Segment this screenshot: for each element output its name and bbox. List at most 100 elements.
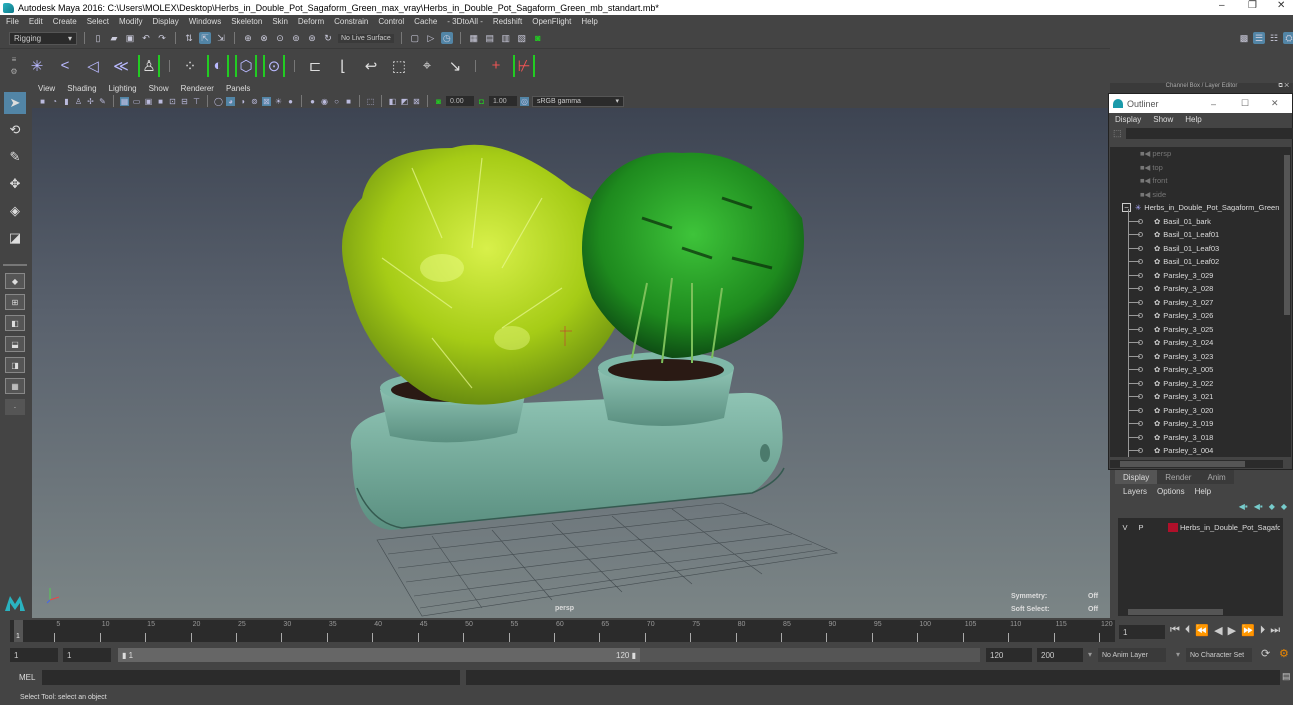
default-material-icon[interactable]: ◑	[238, 97, 247, 106]
panel-float-close-icon[interactable]: ⧉ ✕	[1278, 83, 1289, 90]
list-item[interactable]: ✿ Parsley_3_028	[1110, 282, 1283, 296]
outliner-vertical-scrollbar[interactable]	[1283, 147, 1291, 457]
single-perspective-layout-icon[interactable]: ◆	[5, 273, 25, 289]
menu-cache[interactable]: Cache	[414, 17, 437, 26]
menu-edit[interactable]: Edit	[29, 17, 43, 26]
list-item[interactable]: ■◀ top	[1110, 161, 1283, 175]
resolution-gate-icon[interactable]: ▣	[144, 97, 153, 106]
list-item[interactable]: ■◀ side	[1110, 188, 1283, 202]
list-item[interactable]: ✿ Parsley_3_027	[1110, 296, 1283, 310]
ik-spline-icon[interactable]: ◁	[82, 55, 104, 77]
panel-menu-show[interactable]: Show	[149, 84, 169, 93]
list-item[interactable]: ■◀ persp	[1110, 147, 1283, 161]
outliner-menu-help[interactable]: Help	[1185, 115, 1201, 124]
layer-color-swatch[interactable]	[1168, 522, 1178, 532]
persp-graph-layout-icon[interactable]: ⬓	[5, 336, 25, 352]
scrollbar-thumb[interactable]	[1120, 461, 1245, 467]
list-item[interactable]: ■◀ front	[1110, 174, 1283, 188]
new-empty-layer-icon[interactable]: ◆	[1269, 502, 1275, 511]
live-surface-field[interactable]: No Live Surface	[338, 33, 394, 43]
rotate-tool-icon[interactable]: ◈	[4, 200, 26, 222]
animation-preferences-icon[interactable]: ⚙	[1279, 647, 1289, 660]
step-forward-frame-icon[interactable]: ⏵	[1260, 624, 1266, 637]
exposure-field[interactable]: 0.00	[446, 96, 474, 106]
playback-start-field[interactable]: 1	[63, 648, 111, 662]
list-item[interactable]: ✿ Basil_01_bark	[1110, 215, 1283, 229]
lattice-icon[interactable]: ⬡	[235, 54, 257, 77]
tab-anim[interactable]: Anim	[1199, 470, 1234, 484]
shelf-tab-toggle[interactable]: ≡ ⚙	[8, 55, 20, 76]
list-item[interactable]: ✿ Parsley_3_023	[1110, 350, 1283, 364]
panel-menu-shading[interactable]: Shading	[67, 84, 96, 93]
layer-row[interactable]: V P Herbs_in_Double_Pot_Sagaform_Green	[1118, 520, 1283, 534]
shadows-icon[interactable]: ●	[286, 97, 295, 106]
output-ops-icon[interactable]: ▷	[425, 32, 437, 44]
four-view-layout-icon[interactable]: ⊞	[5, 294, 25, 310]
scrollbar-thumb[interactable]	[1128, 609, 1223, 615]
set-key-icon[interactable]: +	[485, 55, 507, 77]
menu-modify[interactable]: Modify	[119, 17, 143, 26]
menu-skeleton[interactable]: Skeleton	[231, 17, 262, 26]
menu-redshift[interactable]: Redshift	[493, 17, 522, 26]
menu-display[interactable]: Display	[153, 17, 179, 26]
custom-layout-icon[interactable]: ·	[5, 399, 25, 415]
wireframe-icon[interactable]: ◯	[214, 97, 223, 106]
layer-name[interactable]: Herbs_in_Double_Pot_Sagaform_Green	[1180, 523, 1280, 532]
menu-constrain[interactable]: Constrain	[334, 17, 368, 26]
cluster-icon[interactable]: ⊙	[263, 54, 285, 77]
animation-start-field[interactable]: 1	[10, 648, 58, 662]
animation-end-field[interactable]: 200	[1037, 648, 1083, 662]
safe-action-icon[interactable]: ⊟	[180, 97, 189, 106]
bookmark-icon[interactable]: ▮	[62, 97, 71, 106]
menu-windows[interactable]: Windows	[189, 17, 221, 26]
menu-skin[interactable]: Skin	[272, 17, 288, 26]
menu-select[interactable]: Select	[87, 17, 109, 26]
paint-weights-icon[interactable]: ⁘	[179, 55, 201, 77]
camera-icon[interactable]: ■	[38, 97, 47, 106]
menu-deform[interactable]: Deform	[298, 17, 324, 26]
undo-icon[interactable]: ↶	[140, 32, 152, 44]
construction-history-icon[interactable]: ◷	[440, 32, 453, 44]
tool-settings-icon[interactable]: ☷	[1268, 32, 1280, 44]
modeling-toolkit-icon[interactable]: ▩	[1238, 32, 1250, 44]
layer-menu-options[interactable]: Options	[1157, 487, 1185, 496]
snap-grid-icon[interactable]: ⊕	[242, 32, 254, 44]
go-to-start-icon[interactable]: ⏮	[1170, 624, 1180, 637]
list-item[interactable]: ✿ Parsley_3_025	[1110, 323, 1283, 337]
attribute-editor-icon[interactable]: ☰	[1253, 32, 1265, 44]
range-slider-track[interactable]	[640, 648, 980, 662]
command-language-label[interactable]: MEL	[19, 673, 35, 682]
tab-display[interactable]: Display	[1115, 470, 1158, 484]
play-forwards-icon[interactable]: ▶	[1228, 624, 1236, 637]
list-item[interactable]: ✿ Parsley_3_004	[1110, 444, 1283, 457]
isolate-select-icon[interactable]: ⬚	[366, 97, 375, 106]
depth-of-field-icon[interactable]: ■	[344, 97, 353, 106]
chevron-down-icon[interactable]: ▾	[1176, 650, 1180, 659]
move-tool-icon[interactable]: ✥	[4, 173, 26, 195]
command-input[interactable]	[42, 670, 460, 685]
list-item[interactable]: ✿ Parsley_3_026	[1110, 309, 1283, 323]
xray-joints-icon[interactable]: ◩	[400, 97, 409, 106]
save-scene-icon[interactable]: ▣	[124, 32, 136, 44]
playback-end-field[interactable]: 120	[986, 648, 1032, 662]
input-ops-icon[interactable]: ▢	[409, 32, 421, 44]
tab-render[interactable]: Render	[1157, 470, 1200, 484]
outliner-horizontal-scrollbar[interactable]	[1110, 460, 1283, 468]
humanik-icon[interactable]: ♙	[138, 54, 160, 77]
range-slider[interactable]: ▮ 1 120 ▮	[118, 648, 640, 662]
play-backwards-icon[interactable]: ◀	[1214, 624, 1222, 637]
character-set-dropdown[interactable]: No Character Set	[1186, 648, 1252, 662]
menu-openflight[interactable]: OpenFlight	[532, 17, 571, 26]
select-component-icon[interactable]: ⇲	[215, 32, 227, 44]
make-live-icon[interactable]: ↻	[322, 32, 334, 44]
lasso-tool-icon[interactable]: ⟲	[4, 119, 26, 141]
maya-home-icon[interactable]	[4, 594, 26, 612]
xray-components-icon[interactable]: ⊠	[412, 97, 421, 106]
two-d-pan-icon[interactable]: ✢	[86, 97, 95, 106]
move-layer-down-icon[interactable]: ◀▪	[1254, 502, 1263, 511]
anim-layer-dropdown[interactable]: No Anim Layer	[1098, 648, 1166, 662]
go-to-end-icon[interactable]: ⏭	[1270, 624, 1280, 637]
gamma-icon[interactable]: ◘	[477, 97, 486, 106]
layer-menu-help[interactable]: Help	[1195, 487, 1211, 496]
panel-menu-renderer[interactable]: Renderer	[181, 84, 214, 93]
